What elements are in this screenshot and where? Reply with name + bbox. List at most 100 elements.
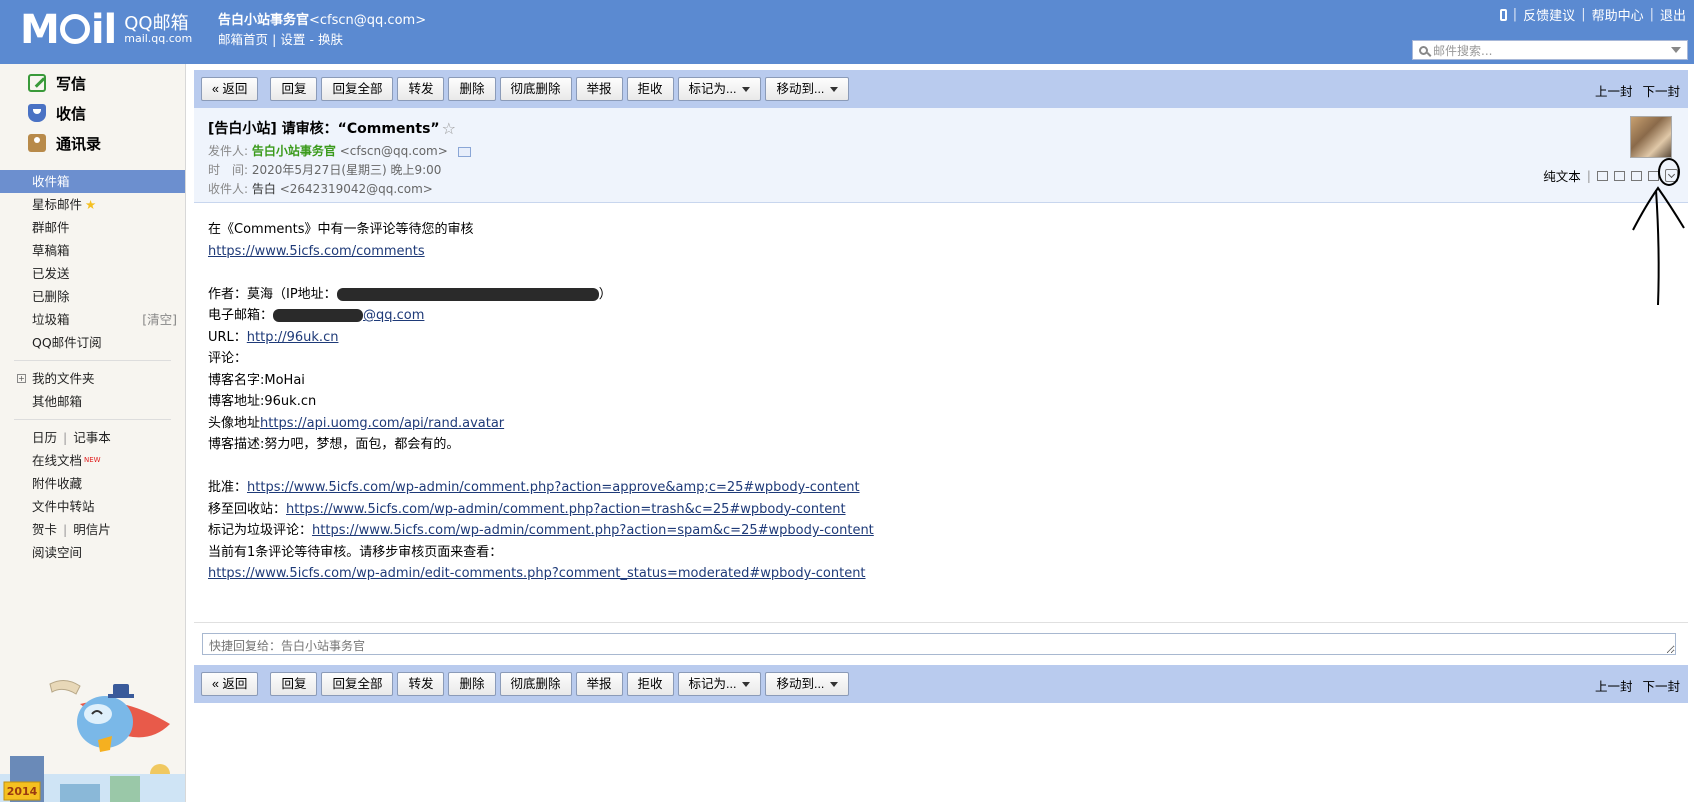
- new-window-icon[interactable]: [1597, 170, 1608, 181]
- mail-search-input[interactable]: 邮件搜索...: [1412, 40, 1688, 60]
- author-url-link[interactable]: http://96uk.cn: [247, 330, 339, 345]
- contacts-button[interactable]: 通讯录: [0, 128, 185, 158]
- author-email-link[interactable]: @qq.com: [273, 308, 424, 323]
- time-row: 时 间: 2020年5月27日(星期三) 晚上9:00: [208, 163, 442, 177]
- report-button[interactable]: 举报: [575, 672, 623, 696]
- reject-button[interactable]: 拒收: [626, 672, 674, 696]
- folder-spam[interactable]: 垃圾箱 [清空]: [0, 308, 185, 331]
- divider: [14, 419, 171, 420]
- help-link[interactable]: 帮助中心: [1592, 5, 1644, 24]
- quick-reply: [194, 623, 1688, 665]
- settings-link[interactable]: 设置: [280, 32, 305, 47]
- save-icon[interactable]: [1631, 170, 1642, 181]
- reject-button[interactable]: 拒收: [626, 77, 674, 101]
- compose-button[interactable]: 写信: [0, 68, 185, 98]
- reply-button[interactable]: 回复: [270, 672, 318, 696]
- delete-forever-button[interactable]: 彻底删除: [499, 672, 572, 696]
- mail-subject: [告白小站] 请审核：“Comments” ☆: [208, 118, 456, 138]
- other-mailboxes[interactable]: 其他邮箱: [0, 390, 185, 413]
- folder-inbox[interactable]: 收件箱: [0, 170, 185, 193]
- forward-button[interactable]: 转发: [397, 672, 445, 696]
- prev-mail-link[interactable]: 上一封: [1595, 84, 1633, 99]
- reading-space-link[interactable]: 阅读空间: [0, 541, 185, 564]
- compose-icon: [28, 74, 46, 92]
- moderation-page-link[interactable]: https://www.5icfs.com/wp-admin/edit-comm…: [208, 566, 866, 581]
- reply-all-button[interactable]: 回复全部: [321, 672, 394, 696]
- spam-link[interactable]: https://www.5icfs.com/wp-admin/comment.p…: [312, 523, 874, 538]
- feedback-link[interactable]: 反馈建议: [1523, 5, 1575, 24]
- mark-as-dropdown[interactable]: 标记为...: [677, 672, 762, 696]
- folder-deleted[interactable]: 已删除: [0, 285, 185, 308]
- app-header: Mil QQ邮箱 mail.qq.com 告白小站事务官<cfscn@qq.co…: [0, 0, 1694, 64]
- comments-link[interactable]: https://www.5icfs.com/comments: [208, 244, 425, 259]
- recipient-email: <2642319042@qq.com>: [279, 182, 433, 196]
- caret-down-icon: [830, 682, 839, 688]
- plain-text-link[interactable]: 纯文本: [1543, 166, 1581, 185]
- back-button[interactable]: « 返回: [201, 77, 259, 101]
- brand-domain: mail.qq.com: [124, 32, 193, 45]
- mascot-illustration: 2014: [0, 680, 185, 802]
- next-mail-link[interactable]: 下一封: [1642, 84, 1680, 99]
- bottom-toolbar: « 返回 回复 回复全部 转发 删除 彻底删除 举报 拒收 标记为... 移动到…: [194, 665, 1688, 703]
- trash-link[interactable]: https://www.5icfs.com/wp-admin/comment.p…: [286, 502, 846, 517]
- annotation-arrow: [1632, 186, 1685, 306]
- mark-as-dropdown[interactable]: 标记为...: [677, 77, 762, 101]
- move-to-dropdown[interactable]: 移动到...: [765, 77, 850, 101]
- sender-email: <cfscn@qq.com>: [339, 144, 448, 158]
- online-docs-link[interactable]: 在线文档 NEW: [0, 449, 185, 472]
- my-folders[interactable]: + 我的文件夹: [0, 367, 185, 390]
- contact-card-icon[interactable]: [457, 146, 471, 157]
- sender-name[interactable]: 告白小站事务官: [252, 144, 336, 158]
- back-button[interactable]: « 返回: [201, 672, 259, 696]
- caret-down-icon: [830, 87, 839, 93]
- mobile-icon[interactable]: [1499, 8, 1507, 21]
- folder-sent[interactable]: 已发送: [0, 262, 185, 285]
- contacts-icon: [28, 134, 46, 152]
- account-email: <cfscn@qq.com>: [309, 13, 427, 28]
- move-to-dropdown[interactable]: 移动到...: [765, 672, 850, 696]
- recipient-name[interactable]: 告白: [252, 182, 276, 196]
- expand-icon[interactable]: +: [17, 374, 26, 383]
- account-name: 告白小站事务官: [218, 13, 310, 28]
- reply-button[interactable]: 回复: [270, 77, 318, 101]
- folder-drafts[interactable]: 草稿箱: [0, 239, 185, 262]
- file-transfer-link[interactable]: 文件中转站: [0, 495, 185, 518]
- delete-button[interactable]: 删除: [448, 672, 496, 696]
- note-icon[interactable]: [1614, 170, 1625, 181]
- calendar-link[interactable]: 日历: [32, 430, 57, 445]
- notes-link[interactable]: 记事本: [73, 430, 111, 445]
- sender-avatar[interactable]: [1630, 116, 1672, 158]
- folder-subscriptions[interactable]: QQ邮件订阅: [0, 331, 185, 354]
- star-icon[interactable]: ☆: [442, 119, 456, 138]
- change-skin-link[interactable]: 换肤: [318, 32, 343, 47]
- greeting-cards-link[interactable]: 贺卡: [32, 522, 57, 537]
- next-mail-link[interactable]: 下一封: [1642, 679, 1680, 694]
- report-button[interactable]: 举报: [575, 77, 623, 101]
- logout-link[interactable]: 退出: [1660, 5, 1686, 24]
- forward-button[interactable]: 转发: [397, 77, 445, 101]
- redacted-email: [273, 309, 364, 322]
- pager: 上一封 下一封: [1589, 676, 1680, 695]
- quick-reply-input[interactable]: [202, 633, 1676, 655]
- mailbox-home-link[interactable]: 邮箱首页: [218, 32, 268, 47]
- sender-row: 发件人: 告白小站事务官 <cfscn@qq.com>: [208, 144, 1674, 159]
- empty-spam-link[interactable]: [清空]: [142, 308, 177, 331]
- prev-mail-link[interactable]: 上一封: [1595, 679, 1633, 694]
- caret-down-icon: [742, 682, 751, 688]
- receive-button[interactable]: 收信: [0, 98, 185, 128]
- qqmail-logo[interactable]: Mil QQ邮箱 mail.qq.com: [20, 8, 192, 52]
- folder-starred[interactable]: 星标邮件 ★: [0, 193, 185, 216]
- inbox-icon: [28, 104, 46, 122]
- delete-button[interactable]: 删除: [448, 77, 496, 101]
- folder-group[interactable]: 群邮件: [0, 216, 185, 239]
- search-dropdown-icon[interactable]: [1671, 47, 1681, 53]
- reply-all-button[interactable]: 回复全部: [321, 77, 394, 101]
- delete-forever-button[interactable]: 彻底删除: [499, 77, 572, 101]
- postcards-link[interactable]: 明信片: [73, 522, 111, 537]
- approve-link[interactable]: https://www.5icfs.com/wp-admin/comment.p…: [247, 480, 860, 495]
- divider: [14, 360, 171, 361]
- avatar-url-link[interactable]: https://api.uomg.com/api/rand.avatar: [260, 416, 504, 431]
- mail-time: 2020年5月27日(星期三) 晚上9:00: [251, 163, 442, 177]
- pager: 上一封 下一封: [1589, 81, 1680, 100]
- attachments-link[interactable]: 附件收藏: [0, 472, 185, 495]
